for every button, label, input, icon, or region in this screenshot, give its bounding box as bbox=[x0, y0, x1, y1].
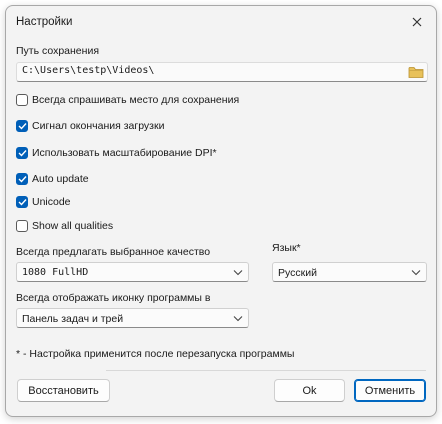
window-title: Настройки bbox=[16, 16, 73, 28]
tray-icon-value: Панель задач и трей bbox=[22, 313, 124, 325]
language-select[interactable]: Русский bbox=[272, 262, 427, 282]
restore-button[interactable]: Восстановить bbox=[17, 379, 110, 402]
checkmark-icon bbox=[18, 150, 27, 157]
checkmark-icon bbox=[18, 199, 27, 206]
checkbox-show-all-qualities[interactable]: Show all qualities bbox=[16, 218, 113, 234]
cancel-button[interactable]: Отменить bbox=[354, 379, 426, 402]
close-button[interactable] bbox=[406, 12, 428, 32]
save-path-value: C:\Users\testp\Videos\ bbox=[22, 65, 155, 76]
chevron-down-icon bbox=[411, 270, 421, 276]
checkbox-label: Сигнал окончания загрузки bbox=[32, 120, 165, 132]
checkbox-box[interactable] bbox=[16, 94, 28, 106]
checkbox-download-signal[interactable]: Сигнал окончания загрузки bbox=[16, 118, 164, 134]
save-path-label: Путь сохранения bbox=[16, 45, 100, 57]
save-path-field[interactable]: C:\Users\testp\Videos\ bbox=[16, 62, 428, 82]
checkbox-box[interactable] bbox=[16, 196, 28, 208]
chevron-down-icon bbox=[233, 316, 243, 322]
checkbox-label: Unicode bbox=[32, 196, 71, 208]
checkbox-box[interactable] bbox=[16, 147, 28, 159]
checkbox-label: Show all qualities bbox=[32, 220, 114, 232]
language-value: Русский bbox=[278, 267, 317, 279]
checkbox-label: Использовать масштабирование DPI* bbox=[32, 147, 217, 159]
checkbox-box[interactable] bbox=[16, 173, 28, 185]
quality-value: 1080 FullHD bbox=[22, 267, 89, 278]
chevron-down-icon bbox=[233, 270, 243, 276]
checkmark-icon bbox=[18, 123, 27, 130]
tray-icon-select[interactable]: Панель задач и трей bbox=[16, 308, 249, 328]
restart-note: * - Настройка применится после перезапус… bbox=[16, 348, 295, 360]
settings-dialog: Настройки Путь сохранения C:\Users\testp… bbox=[5, 5, 437, 417]
quality-label: Всегда предлагать выбранное качество bbox=[16, 246, 211, 258]
checkmark-icon bbox=[18, 176, 27, 183]
folder-icon[interactable] bbox=[408, 65, 424, 79]
quality-select[interactable]: 1080 FullHD bbox=[16, 262, 249, 282]
checkbox-box[interactable] bbox=[16, 220, 28, 232]
tray-icon-label: Всегда отображать иконку программы в bbox=[16, 292, 211, 304]
checkbox-box[interactable] bbox=[16, 120, 28, 132]
checkbox-unicode[interactable]: Unicode bbox=[16, 194, 71, 210]
divider bbox=[106, 370, 426, 371]
ok-button[interactable]: Ok bbox=[274, 379, 345, 402]
checkbox-auto-update[interactable]: Auto update bbox=[16, 171, 89, 187]
language-label: Язык* bbox=[272, 242, 301, 254]
title-bar: Настройки bbox=[6, 6, 436, 38]
close-icon bbox=[412, 17, 422, 27]
checkbox-label: Auto update bbox=[32, 173, 89, 185]
checkbox-always-ask-location[interactable]: Всегда спрашивать место для сохранения bbox=[16, 92, 239, 108]
checkbox-dpi-scaling[interactable]: Использовать масштабирование DPI* bbox=[16, 145, 217, 161]
checkbox-label: Всегда спрашивать место для сохранения bbox=[32, 94, 240, 106]
